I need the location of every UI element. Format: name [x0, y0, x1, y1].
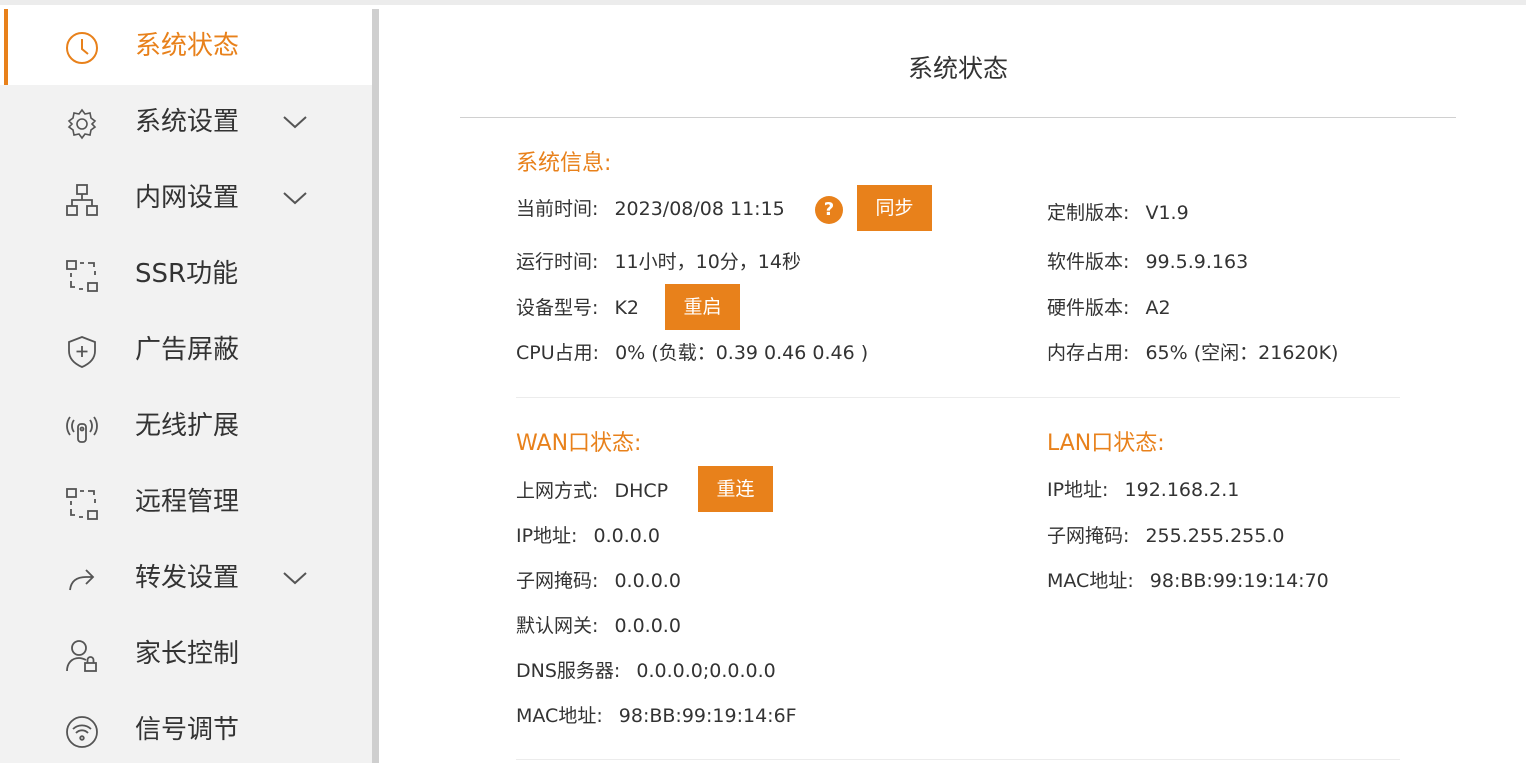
sync-button[interactable]: 同步: [857, 185, 932, 231]
cpu-value: 0% (负载：0.39 0.46 0.46 ): [615, 342, 869, 364]
wan-mac-value: 98:BB:99:19:14:6F: [618, 705, 797, 727]
sidebar-item-wireless-extend[interactable]: 无线扩展: [0, 389, 372, 465]
current-time-value: 2023/08/08 11:15: [614, 198, 785, 220]
wan-gateway-label: 默认网关:: [516, 615, 599, 637]
lan-status-title: LAN口状态:: [1047, 431, 1165, 456]
sidebar-item-ssr[interactable]: SSR功能: [0, 237, 372, 313]
sidebar-item-ad-block[interactable]: 广告屏蔽: [0, 313, 372, 389]
sidebar-item-label: 广告屏蔽: [135, 335, 240, 365]
dashed-box-icon: [64, 258, 100, 294]
clock-icon: [64, 30, 100, 66]
sidebar-item-label: 系统状态: [135, 31, 240, 61]
model-label: 设备型号:: [516, 297, 599, 319]
user-lock-icon: [64, 638, 100, 674]
sidebar-item-label: SSR功能: [135, 259, 239, 289]
wan-dns-row: DNS服务器: 0.0.0.0;0.0.0.0: [516, 658, 776, 684]
wan-mode-row: 上网方式: DHCP: [516, 478, 668, 504]
sidebar-item-label: 信号调节: [135, 715, 240, 745]
wan-ip-label: IP地址:: [516, 525, 578, 547]
sidebar-item-forwarding[interactable]: 转发设置: [0, 541, 372, 617]
lan-mac-label: MAC地址:: [1047, 570, 1134, 592]
network-icon: [64, 182, 100, 218]
sidebar-item-label: 无线扩展: [135, 411, 240, 441]
lan-mac-value: 98:BB:99:19:14:70: [1149, 570, 1329, 592]
wifi-circle-icon: [64, 714, 100, 750]
wan-mode-value: DHCP: [614, 480, 669, 502]
wan-dns-value: 0.0.0.0;0.0.0.0: [636, 660, 776, 682]
wan-dns-label: DNS服务器:: [516, 660, 621, 682]
uptime-row: 运行时间: 11小时，10分，14秒: [516, 249, 801, 275]
sidebar-item-label: 家长控制: [135, 639, 240, 669]
software-version-label: 软件版本:: [1047, 251, 1130, 273]
section-divider: [516, 397, 1400, 398]
custom-version-value: V1.9: [1145, 202, 1189, 224]
current-time-label: 当前时间:: [516, 198, 599, 220]
software-version-value: 99.5.9.163: [1145, 251, 1249, 273]
memory-row: 内存占用: 65% (空闲：21620K): [1047, 340, 1338, 366]
shield-plus-icon: [64, 334, 100, 370]
sidebar-item-signal-adjust[interactable]: 信号调节: [0, 693, 372, 769]
model-row: 设备型号: K2: [516, 295, 639, 321]
title-divider: [460, 117, 1456, 118]
gear-icon: [64, 106, 100, 142]
wan-ip-row: IP地址: 0.0.0.0: [516, 523, 660, 549]
forward-arrow-icon: [64, 562, 100, 598]
lan-mask-label: 子网掩码:: [1047, 525, 1130, 547]
wan-gateway-value: 0.0.0.0: [614, 615, 681, 637]
lan-mask-row: 子网掩码: 255.255.255.0: [1047, 523, 1284, 549]
lan-ip-value: 192.168.2.1: [1124, 479, 1240, 501]
sidebar-item-label: 转发设置: [135, 563, 240, 593]
current-time-row: 当前时间: 2023/08/08 11:15: [516, 196, 785, 222]
top-border: [0, 0, 1526, 5]
hardware-version-value: A2: [1145, 297, 1171, 319]
dashed-box-icon: [64, 486, 100, 522]
sidebar-item-label: 系统设置: [135, 107, 240, 137]
memory-label: 内存占用:: [1047, 342, 1130, 364]
sidebar-item-label: 远程管理: [135, 487, 240, 517]
wan-gateway-row: 默认网关: 0.0.0.0: [516, 613, 681, 639]
sidebar-item-parental-control[interactable]: 家长控制: [0, 617, 372, 693]
lan-mac-row: MAC地址: 98:BB:99:19:14:70: [1047, 568, 1329, 594]
section-divider: [516, 759, 1400, 760]
chevron-down-icon[interactable]: [280, 109, 310, 135]
lan-ip-label: IP地址:: [1047, 479, 1109, 501]
wan-mask-value: 0.0.0.0: [614, 570, 681, 592]
sidebar-item-lan-settings[interactable]: 内网设置: [0, 161, 372, 237]
chevron-down-icon[interactable]: [280, 185, 310, 211]
sidebar-scrollbar[interactable]: [372, 9, 379, 763]
lan-mask-value: 255.255.255.0: [1145, 525, 1285, 547]
reboot-button[interactable]: 重启: [665, 284, 740, 330]
cpu-row: CPU占用: 0% (负载：0.39 0.46 0.46 ): [516, 340, 868, 366]
memory-value: 65% (空闲：21620K): [1145, 342, 1339, 364]
sidebar-item-system-settings[interactable]: 系统设置: [0, 85, 372, 161]
reconnect-button[interactable]: 重连: [698, 466, 773, 512]
model-value: K2: [614, 297, 640, 319]
wan-status-title: WAN口状态:: [516, 431, 642, 456]
hardware-version-row: 硬件版本: A2: [1047, 295, 1171, 321]
sidebar: 系统状态 系统设置 内网设置 SSR功能 广告屏蔽 无线扩展 远程管理 转发设置…: [0, 9, 372, 763]
page-title: 系统状态: [907, 54, 1008, 83]
sidebar-item-label: 内网设置: [135, 183, 240, 213]
lan-ip-row: IP地址: 192.168.2.1: [1047, 477, 1239, 503]
wan-mask-label: 子网掩码:: [516, 570, 599, 592]
cpu-label: CPU占用:: [516, 342, 600, 364]
sidebar-item-remote-management[interactable]: 远程管理: [0, 465, 372, 541]
wan-ip-value: 0.0.0.0: [593, 525, 660, 547]
wan-mode-label: 上网方式:: [516, 480, 599, 502]
wireless-signal-icon: [64, 410, 100, 446]
hardware-version-label: 硬件版本:: [1047, 297, 1130, 319]
uptime-value: 11小时，10分，14秒: [614, 251, 801, 273]
software-version-row: 软件版本: 99.5.9.163: [1047, 249, 1248, 275]
chevron-down-icon[interactable]: [280, 565, 310, 591]
sidebar-item-system-status[interactable]: 系统状态: [0, 9, 372, 85]
help-icon[interactable]: ?: [815, 196, 843, 224]
active-indicator: [4, 9, 8, 85]
uptime-label: 运行时间:: [516, 251, 599, 273]
custom-version-label: 定制版本:: [1047, 202, 1130, 224]
wan-mask-row: 子网掩码: 0.0.0.0: [516, 568, 681, 594]
wan-mac-row: MAC地址: 98:BB:99:19:14:6F: [516, 703, 797, 729]
custom-version-row: 定制版本: V1.9: [1047, 200, 1189, 226]
wan-mac-label: MAC地址:: [516, 705, 603, 727]
system-info-title: 系统信息:: [516, 151, 612, 176]
